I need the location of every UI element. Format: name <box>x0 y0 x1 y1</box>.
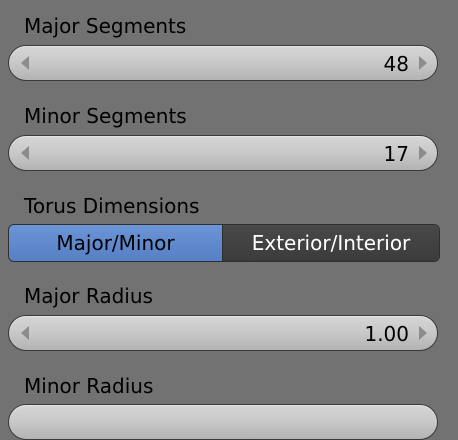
exterior-interior-option[interactable]: Exterior/Interior <box>223 225 439 261</box>
minor-radius-label: Minor Radius <box>24 374 154 398</box>
decrement-arrow-icon[interactable] <box>21 146 29 160</box>
major-minor-option[interactable]: Major/Minor <box>9 225 223 261</box>
decrement-arrow-icon[interactable] <box>21 326 29 340</box>
minor-radius-field[interactable] <box>8 404 438 440</box>
major-segments-field[interactable]: 48 <box>8 45 438 81</box>
major-radius-label: Major Radius <box>24 284 153 308</box>
minor-segments-label: Minor Segments <box>24 104 187 128</box>
major-radius-field[interactable]: 1.00 <box>8 315 438 351</box>
decrement-arrow-icon[interactable] <box>21 56 29 70</box>
increment-arrow-icon[interactable] <box>419 326 427 340</box>
major-segments-value: 48 <box>383 52 409 76</box>
torus-dimensions-toggle: Major/Minor Exterior/Interior <box>8 224 440 262</box>
increment-arrow-icon[interactable] <box>419 56 427 70</box>
minor-segments-field[interactable]: 17 <box>8 135 438 171</box>
minor-segments-value: 17 <box>383 142 409 166</box>
major-radius-value: 1.00 <box>364 322 409 346</box>
major-segments-label: Major Segments <box>24 14 187 38</box>
increment-arrow-icon[interactable] <box>419 146 427 160</box>
torus-dimensions-label: Torus Dimensions <box>24 194 200 218</box>
